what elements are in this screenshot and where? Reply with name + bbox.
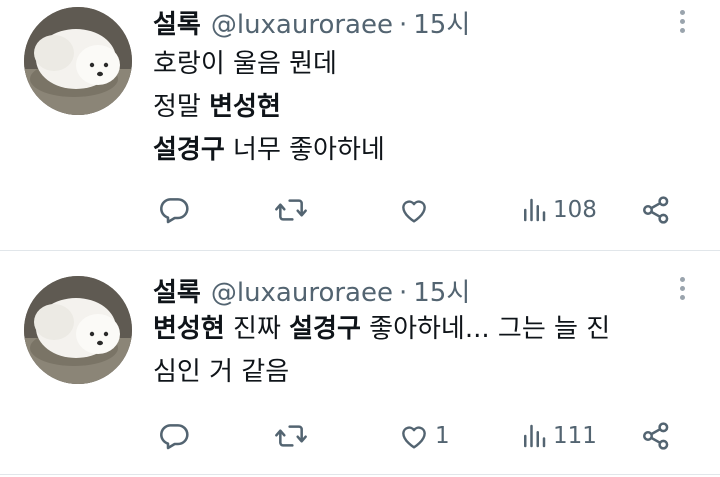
views-button[interactable]: 108 <box>519 192 597 228</box>
tweet-header: 설록 @luxauroraee · 15시 <box>153 4 470 40</box>
display-name[interactable]: 설록 <box>153 4 201 41</box>
tweet-actions: 1 111 <box>0 418 720 454</box>
reply-button[interactable] <box>158 192 190 228</box>
retweet-icon <box>273 420 309 452</box>
like-count: 1 <box>435 423 450 449</box>
user-handle[interactable]: @luxauroraee <box>211 10 393 40</box>
share-button[interactable] <box>640 192 672 228</box>
separator: · <box>398 10 408 40</box>
retweet-icon <box>273 194 309 226</box>
tweet-text: 호랑이 울음 뭔데 정말 변성현 설경구 너무 좋아하네 <box>153 43 693 172</box>
user-handle[interactable]: @luxauroraee <box>211 278 393 308</box>
divider <box>0 474 720 475</box>
avatar[interactable] <box>24 276 132 384</box>
text-segment: 좋아하네... 그는 늘 진 <box>360 314 611 344</box>
text-segment: 너무 좋아하네 <box>224 135 385 165</box>
reply-icon <box>158 420 190 452</box>
text-segment: 진짜 <box>224 314 290 344</box>
bold-text: 변성현 <box>209 92 281 122</box>
reply-button[interactable] <box>158 418 190 454</box>
bold-text: 변성현 <box>153 314 225 344</box>
tweet-actions: 108 <box>0 192 720 228</box>
view-count: 108 <box>553 197 597 223</box>
avatar[interactable] <box>24 7 132 115</box>
share-button[interactable] <box>640 418 672 454</box>
heart-icon <box>397 420 431 452</box>
display-name[interactable]: 설록 <box>153 272 201 309</box>
reply-icon <box>158 194 190 226</box>
timestamp[interactable]: 15시 <box>413 272 470 309</box>
tweet-text-line: 변성현 진짜 설경구 좋아하네... 그는 늘 진 <box>153 308 693 351</box>
separator: · <box>398 278 408 308</box>
bold-text: 설경구 <box>153 135 225 165</box>
retweet-button[interactable] <box>273 418 309 454</box>
timestamp[interactable]: 15시 <box>413 4 470 41</box>
views-icon <box>519 195 549 225</box>
tweet[interactable]: 설록 @luxauroraee · 15시 호랑이 울음 뭔데 정말 변성현 설경구… <box>0 0 720 250</box>
retweet-button[interactable] <box>273 192 309 228</box>
more-icon[interactable] <box>672 6 692 36</box>
heart-icon <box>397 194 431 226</box>
view-count: 111 <box>553 423 597 449</box>
share-icon <box>640 194 672 226</box>
tweet-text: 변성현 진짜 설경구 좋아하네... 그는 늘 진심인 거 같음 <box>153 308 693 394</box>
tweet[interactable]: 설록 @luxauroraee · 15시 변성현 진짜 설경구 좋아하네...… <box>0 251 720 475</box>
tweet-text-line: 설경구 너무 좋아하네 <box>153 129 693 172</box>
like-button[interactable]: 1 <box>397 418 450 454</box>
text-segment: 심인 거 같음 <box>153 357 290 387</box>
more-icon[interactable] <box>672 273 692 303</box>
bold-text: 설경구 <box>289 314 361 344</box>
views-icon <box>519 421 549 451</box>
text-segment: 호랑이 울음 뭔데 <box>153 49 337 79</box>
tweet-text-line: 심인 거 같음 <box>153 351 693 394</box>
tweet-header: 설록 @luxauroraee · 15시 <box>153 272 470 308</box>
views-button[interactable]: 111 <box>519 418 597 454</box>
share-icon <box>640 420 672 452</box>
tweet-text-line: 정말 변성현 <box>153 86 693 129</box>
text-segment: 정말 <box>153 92 210 122</box>
like-button[interactable] <box>397 192 435 228</box>
tweet-text-line: 호랑이 울음 뭔데 <box>153 43 693 86</box>
